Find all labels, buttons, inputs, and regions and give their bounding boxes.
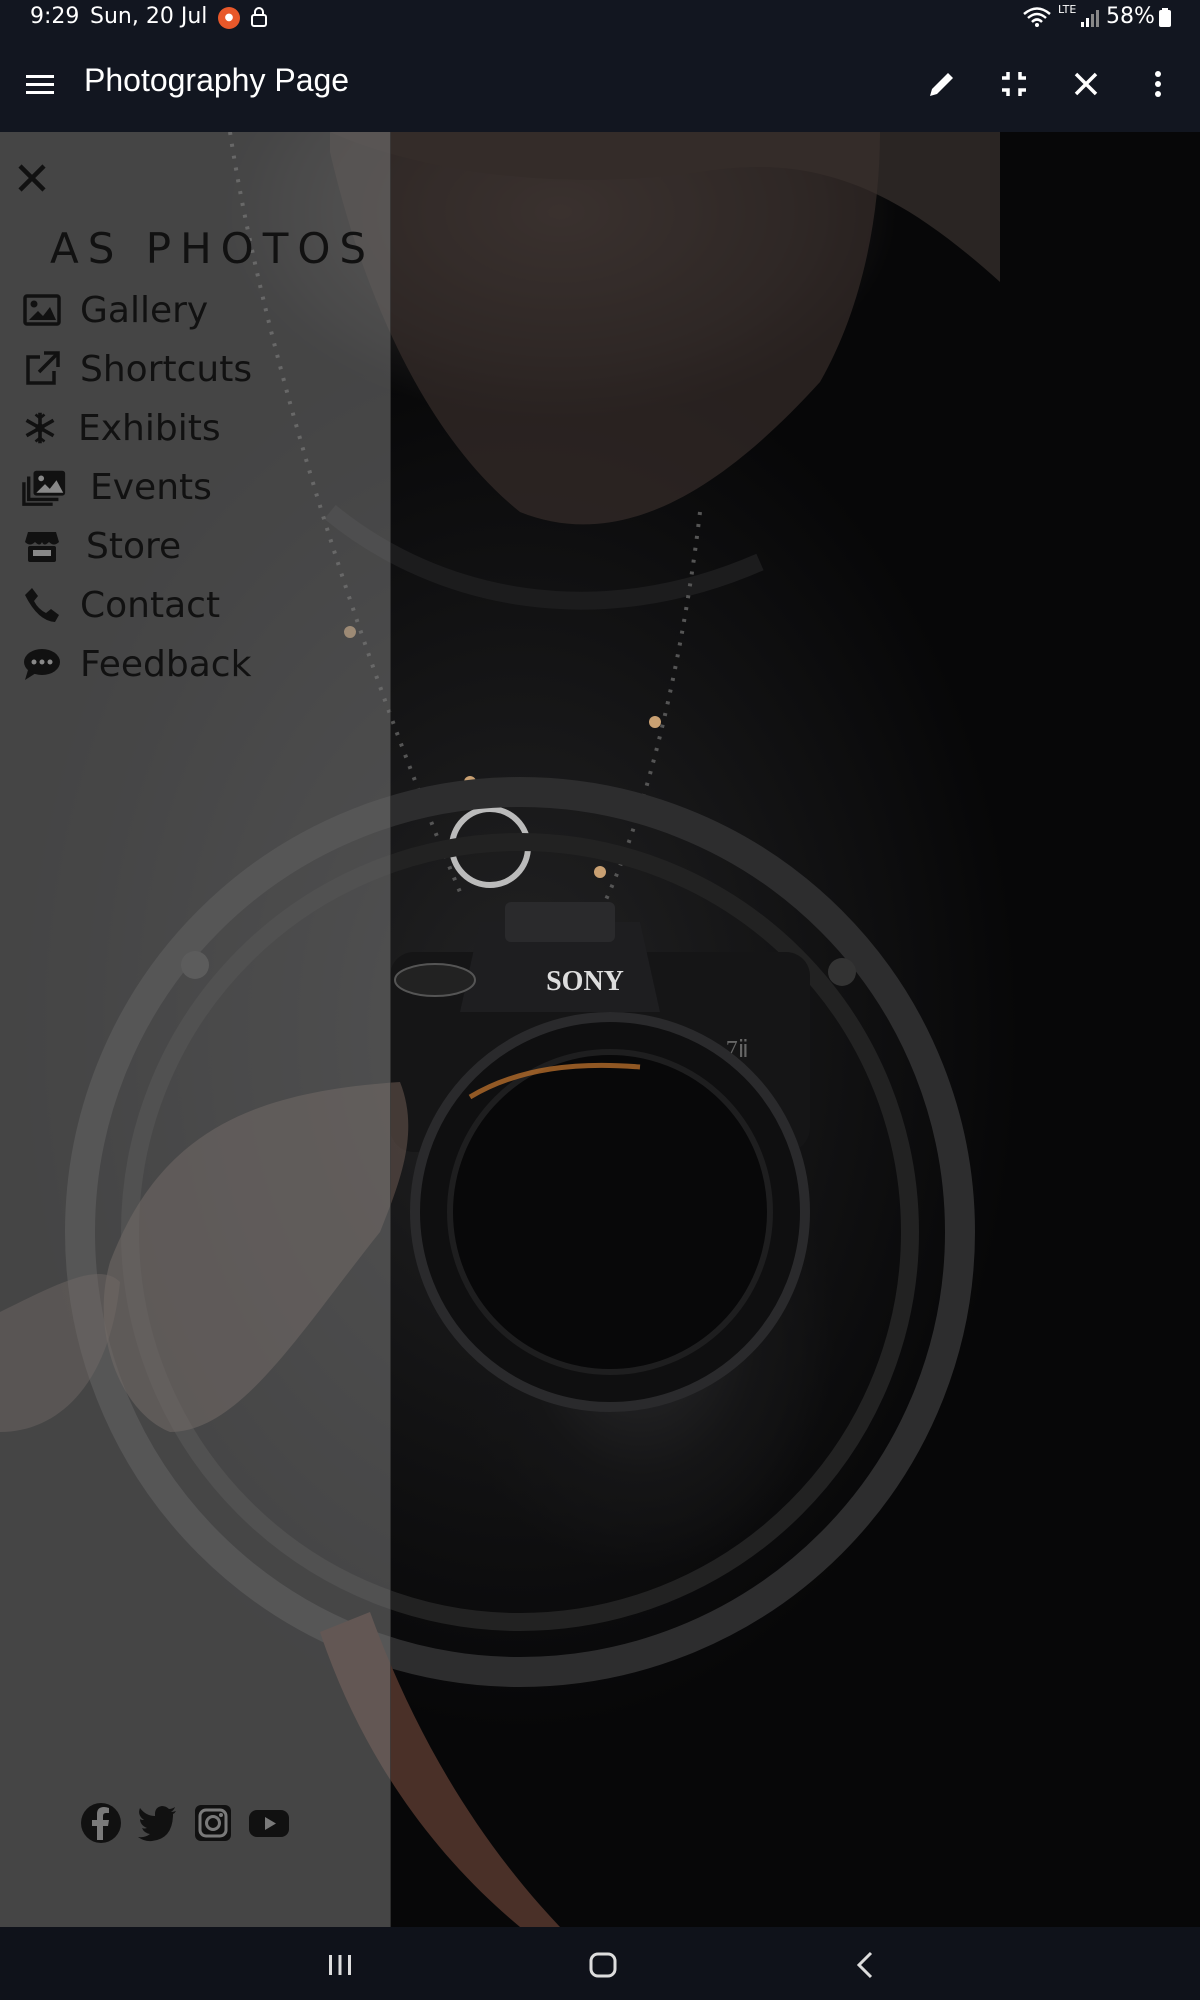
nav-item-exhibits[interactable]: Exhibits (22, 402, 221, 454)
wifi-icon (1023, 7, 1051, 27)
page-title: Photography Page (84, 62, 350, 98)
nav-label-shortcuts: Shortcuts (80, 348, 253, 390)
network-type: LTE (1058, 3, 1077, 16)
nav-label-feedback: Feedback (80, 643, 252, 685)
battery-icon (1159, 8, 1171, 27)
nav-label-exhibits: Exhibits (78, 407, 221, 449)
app-bar: Photography Page (0, 36, 1200, 132)
nav-label-contact: Contact (80, 584, 221, 626)
navigation-drawer: AS PHOTOS Gallery Shortcuts Exhibits Eve… (0, 132, 391, 1927)
image-icon (23, 294, 61, 326)
home-icon[interactable] (585, 1947, 621, 1983)
screen-record-icon: ● (218, 7, 240, 29)
nav-item-events[interactable]: Events (22, 461, 212, 513)
battery-percent: 58% (1106, 4, 1155, 29)
status-date: Sun, 20 Jul (90, 4, 208, 29)
store-icon (25, 532, 59, 562)
nav-label-events: Events (90, 466, 212, 508)
chat-icon (24, 649, 60, 680)
camera-brand-text: SONY (546, 966, 624, 997)
nav-item-store[interactable]: Store (22, 520, 181, 572)
youtube-icon[interactable] (248, 1802, 290, 1844)
edit-icon[interactable] (924, 66, 960, 102)
facebook-icon[interactable] (80, 1802, 122, 1844)
instagram-icon[interactable] (192, 1802, 234, 1844)
twitter-icon[interactable] (136, 1802, 178, 1844)
back-icon[interactable] (848, 1947, 884, 1983)
nav-item-feedback[interactable]: Feedback (22, 638, 251, 690)
photo-album-icon (22, 470, 66, 506)
recent-apps-icon[interactable] (322, 1947, 358, 1983)
snowflake-icon (25, 412, 55, 444)
nav-label-gallery: Gallery (80, 289, 209, 331)
nav-item-contact[interactable]: Contact (22, 579, 220, 631)
brand-title: AS PHOTOS (50, 224, 376, 273)
more-vert-icon[interactable] (1140, 66, 1176, 102)
hero-photo: SONY α 7ⅱ AS PHOTOS Gallery Shortcuts Ex… (0, 132, 1200, 1927)
hamburger-menu-icon[interactable] (24, 68, 56, 100)
system-navigation-bar (0, 1927, 1200, 2000)
nav-item-shortcuts[interactable]: Shortcuts (22, 343, 252, 395)
drawer-close-icon[interactable] (14, 160, 50, 196)
lock-icon (251, 7, 267, 27)
status-bar: 9:29 Sun, 20 Jul ● LTE 58% (0, 0, 1200, 36)
exit-fullscreen-icon[interactable] (996, 66, 1032, 102)
phone-icon (25, 588, 59, 622)
nav-item-gallery[interactable]: Gallery (22, 284, 208, 336)
close-icon[interactable] (1068, 66, 1104, 102)
status-time: 9:29 (30, 4, 80, 29)
external-link-icon (26, 351, 60, 385)
signal-icon (1081, 10, 1099, 27)
nav-label-store: Store (86, 525, 182, 567)
social-links (80, 1802, 290, 1844)
